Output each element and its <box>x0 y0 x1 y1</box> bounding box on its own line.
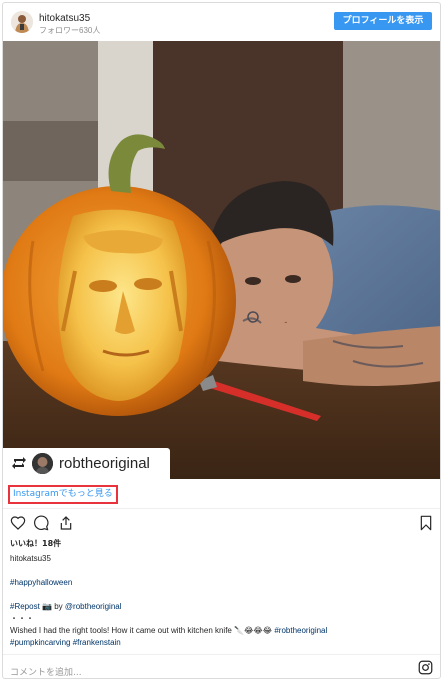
camera-emoji: 📷 <box>42 602 52 611</box>
hashtag-pumpkincarving[interactable]: #pumpkincarving <box>10 638 70 647</box>
post-photo[interactable]: robtheoriginal <box>3 41 440 479</box>
divider <box>3 654 440 655</box>
user-avatar[interactable] <box>11 11 33 33</box>
post-caption: hitokatsu35 #happyhalloween #Repost 📷 by… <box>10 553 435 649</box>
divider <box>3 508 440 509</box>
repost-username: robtheoriginal <box>59 455 150 472</box>
post-header: hitokatsu35 フォロワー630人 プロフィールを表示 <box>3 3 440 41</box>
hashtag-happyhalloween[interactable]: #happyhalloween <box>10 578 72 587</box>
comment-icon[interactable] <box>33 515 49 531</box>
hashtag-repost[interactable]: #Repost <box>10 602 42 611</box>
repost-badge[interactable]: robtheoriginal <box>3 448 170 479</box>
caption-by-text: by <box>52 602 65 611</box>
caption-body-text: Wished I had the right tools! How it cam… <box>10 626 275 635</box>
repost-icon <box>12 457 26 469</box>
hashtag-frankenstain[interactable]: #frankenstain <box>73 638 121 647</box>
caption-username[interactable]: hitokatsu35 <box>10 553 435 565</box>
mention-robtheoriginal[interactable]: @robtheoriginal <box>65 602 122 611</box>
follower-count: フォロワー630人 <box>39 26 101 35</box>
like-count[interactable]: いいね！18件 <box>10 538 61 549</box>
caption-dots: ・・・ <box>10 614 34 623</box>
instagram-logo-icon[interactable] <box>418 660 433 675</box>
bookmark-icon[interactable] <box>418 515 434 531</box>
add-comment-input[interactable]: コメントを追加... <box>10 665 82 678</box>
view-profile-button[interactable]: プロフィールを表示 <box>334 12 432 30</box>
heart-icon[interactable] <box>10 515 26 531</box>
header-username[interactable]: hitokatsu35 <box>39 13 90 24</box>
view-more-on-instagram-link[interactable]: Instagramでもっと見る <box>8 485 118 504</box>
instagram-embed-card: hitokatsu35 フォロワー630人 プロフィールを表示 robtheor… <box>2 2 441 679</box>
action-bar <box>3 512 440 534</box>
hashtag-robtheoriginal[interactable]: #robtheoriginal <box>274 626 327 635</box>
share-icon[interactable] <box>58 515 74 531</box>
repost-avatar <box>32 453 53 474</box>
